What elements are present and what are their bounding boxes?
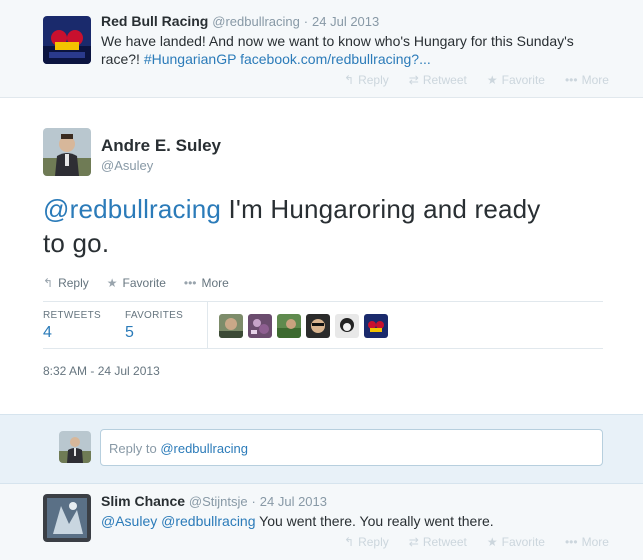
favorites-stat[interactable]: FAVORITES 5: [125, 310, 183, 342]
reply-label: Reply: [358, 535, 389, 549]
star-icon: ★: [486, 73, 498, 87]
separator: ·: [251, 494, 256, 509]
author-name[interactable]: Slim Chance: [101, 493, 185, 509]
tweet-text-part: I'm Hungaroring and ready: [221, 194, 541, 224]
tweet-timestamp[interactable]: 8:32 AM - 24 Jul 2013: [43, 364, 160, 378]
favorite-label: Favorite: [122, 276, 166, 290]
favoriter-avatar[interactable]: [277, 314, 301, 338]
more-label: More: [201, 276, 229, 290]
reply-button[interactable]: ↰ Reply: [344, 535, 389, 549]
more-icon: •••: [183, 276, 197, 290]
author-handle[interactable]: @Asuley: [101, 158, 153, 173]
reply-icon: ↰: [344, 73, 355, 87]
tweet-text: @redbullracing I'm Hungaroring and ready…: [43, 192, 603, 260]
tweet-text: We have landed! And now we want to know …: [101, 32, 621, 68]
redbull-avatar[interactable]: [43, 16, 91, 64]
favoriter-avatar[interactable]: [219, 314, 243, 338]
mention-link[interactable]: @Asuley: [101, 513, 157, 529]
tweet-text-line: We have landed! And now we want to know …: [101, 33, 574, 49]
retweet-button[interactable]: ⇄ Retweet: [409, 73, 467, 87]
author-name[interactable]: Red Bull Racing: [101, 13, 208, 29]
slim-chance-avatar[interactable]: [43, 494, 91, 542]
reply-button[interactable]: ↰ Reply: [344, 73, 389, 87]
star-icon: ★: [106, 276, 118, 290]
retweet-label: Retweet: [422, 535, 467, 549]
favoriter-avatar[interactable]: [248, 314, 272, 338]
url-link[interactable]: facebook.com/redbullracing?...: [240, 51, 431, 67]
reply-label: Reply: [58, 276, 89, 290]
reply-input[interactable]: Reply to @redbullracing: [100, 429, 603, 466]
favoriter-avatars: [219, 314, 388, 338]
reply-tweet[interactable]: Slim Chance @Stijntsje · 24 Jul 2013 @As…: [0, 484, 643, 560]
retweet-icon: ⇄: [408, 535, 419, 549]
reply-placeholder: Reply to: [109, 441, 161, 456]
mention-link[interactable]: @redbullracing: [161, 513, 255, 529]
reply-mention: @redbullracing: [160, 441, 248, 456]
favorite-button[interactable]: ★ Favorite: [487, 73, 545, 87]
tweet-text-part: You went there. You really went there.: [255, 513, 494, 529]
retweets-count: 4: [43, 324, 52, 341]
favoriter-avatar[interactable]: [306, 314, 330, 338]
tweet-actions: ↰ Reply ⇄ Retweet ★ Favorite ••• More: [344, 535, 609, 549]
star-icon: ★: [486, 535, 498, 549]
mention-link[interactable]: @redbullracing: [43, 194, 221, 224]
tweet-actions: ↰ Reply ⇄ Retweet ★ Favorite ••• More: [344, 73, 609, 87]
context-tweet[interactable]: Red Bull Racing @redbullracing · 24 Jul …: [0, 0, 643, 98]
separator: ·: [303, 14, 309, 29]
tweet-text-part: race?!: [101, 51, 144, 67]
retweet-icon: ⇄: [408, 73, 419, 87]
more-button[interactable]: ••• More: [565, 535, 609, 549]
favoriter-avatar[interactable]: [335, 314, 359, 338]
reply-label: Reply: [358, 73, 389, 87]
reply-button[interactable]: ↰ Reply: [43, 276, 89, 290]
favorite-label: Favorite: [501, 73, 545, 87]
retweet-button[interactable]: ⇄ Retweet: [409, 535, 467, 549]
tweet-text: @Asuley @redbullracing You went there. Y…: [101, 512, 621, 530]
retweets-label: RETWEETS: [43, 310, 101, 321]
hashtag-link[interactable]: #HungarianGP: [144, 51, 236, 67]
user-avatar[interactable]: [43, 128, 91, 176]
my-avatar: [59, 431, 91, 463]
favorites-label: FAVORITES: [125, 310, 184, 321]
reply-icon: ↰: [43, 276, 54, 290]
favorite-button[interactable]: ★ Favorite: [487, 535, 545, 549]
favoriter-avatar[interactable]: [364, 314, 388, 338]
tweet-stats: RETWEETS 4 FAVORITES 5: [43, 301, 603, 349]
tweet-text-part: to go.: [43, 228, 110, 258]
tweet-time[interactable]: 24 Jul 2013: [312, 14, 379, 29]
stats-divider: [207, 302, 208, 349]
retweets-stat[interactable]: RETWEETS 4: [43, 310, 101, 342]
tweet-time[interactable]: 24 Jul 2013: [260, 494, 327, 509]
more-label: More: [581, 535, 609, 549]
favorites-count: 5: [125, 324, 134, 341]
more-icon: •••: [564, 73, 578, 87]
author-handle[interactable]: @Stijntsje: [189, 494, 248, 509]
tweet-actions: ↰ Reply ★ Favorite ••• More: [43, 276, 229, 290]
author-name[interactable]: Andre E. Suley: [101, 136, 221, 156]
retweet-label: Retweet: [422, 73, 467, 87]
favorite-button[interactable]: ★ Favorite: [107, 276, 166, 290]
more-button[interactable]: ••• More: [184, 276, 229, 290]
more-icon: •••: [564, 535, 578, 549]
author-handle[interactable]: @redbullracing: [212, 14, 300, 29]
favorite-label: Favorite: [501, 535, 545, 549]
reply-icon: ↰: [344, 535, 355, 549]
more-button[interactable]: ••• More: [565, 73, 609, 87]
more-label: More: [581, 73, 609, 87]
